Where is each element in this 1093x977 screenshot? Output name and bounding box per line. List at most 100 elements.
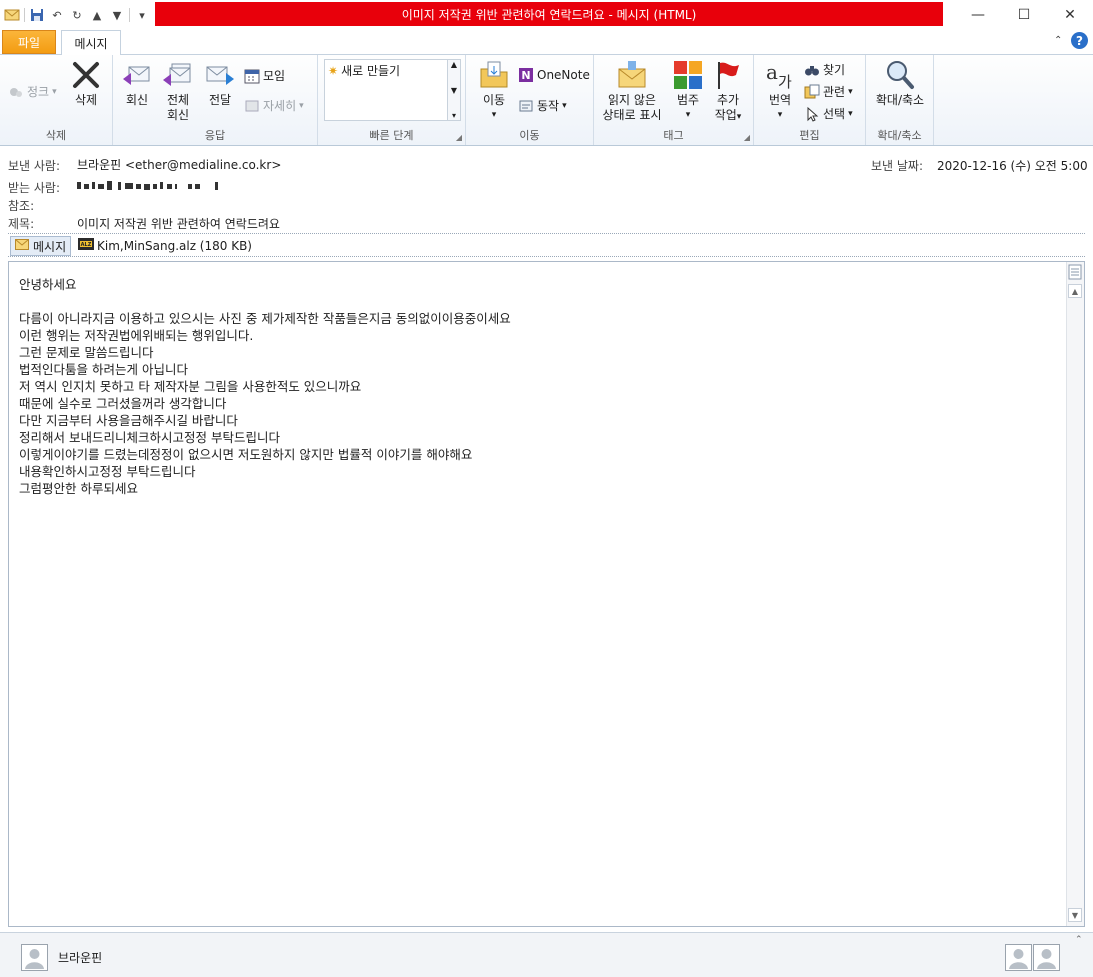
- delete-x-icon: [73, 62, 99, 88]
- chevron-down-icon: ▾: [299, 100, 304, 111]
- contact-name[interactable]: 브라운핀: [58, 949, 102, 966]
- forward-icon: [206, 66, 234, 85]
- group-label-editing: 편집: [799, 129, 820, 142]
- translate-button[interactable]: a가 번역 ▾: [760, 59, 800, 123]
- sparkle-icon: ✷: [328, 63, 339, 78]
- minimize-button[interactable]: —: [955, 0, 1001, 30]
- avatar[interactable]: [21, 944, 48, 971]
- message-tab-button[interactable]: 메시지: [10, 236, 72, 256]
- onenote-button[interactable]: N OneNote: [518, 67, 590, 83]
- subject-label: 제목:: [8, 217, 35, 231]
- group-label-tags: 태그: [663, 129, 684, 142]
- to-value-redacted[interactable]: [77, 180, 219, 191]
- avatar[interactable]: [1005, 944, 1032, 971]
- maximize-button[interactable]: ☐: [1001, 0, 1047, 30]
- undo-icon[interactable]: ↶: [49, 7, 65, 23]
- cc-label: 참조:: [8, 199, 35, 213]
- translate-icon: a가: [766, 60, 792, 91]
- chevron-down-icon: ▾: [685, 110, 691, 120]
- more-icon: [244, 98, 260, 114]
- body-line: 이렇게이야기를 드렸는데정정이 없으시면 저도원하지 않지만 법률적 이야기를 …: [19, 447, 473, 462]
- message-body[interactable]: 안녕하세요 다름이 아니라지금 이용하고 있으시는 사진 중 제가제작한 작품들…: [8, 261, 1085, 927]
- forward-button[interactable]: 전달: [202, 59, 238, 108]
- quick-steps-gallery[interactable]: ✷ 새로 만들기: [324, 59, 449, 121]
- archive-file-icon: ALZ: [78, 237, 94, 254]
- zoom-button[interactable]: 확대/축소: [870, 59, 930, 108]
- junk-button[interactable]: 정크 ▾: [8, 83, 57, 100]
- body-line: 다만 지금부터 사용을금해주시길 바랍니다: [19, 413, 238, 428]
- body-line: 저 역시 인지치 못하고 타 제작자분 그림을 사용한적도 있으니까요: [19, 379, 362, 394]
- body-line: 다름이 아니라지금 이용하고 있으시는 사진 중 제가제작한 작품들은지금 동의…: [19, 311, 511, 326]
- quick-step-create-new[interactable]: ✷ 새로 만들기: [328, 62, 400, 79]
- chevron-down-icon: ▾: [491, 110, 497, 120]
- save-icon[interactable]: [29, 7, 45, 23]
- select-button[interactable]: 선택 ▾: [804, 105, 853, 122]
- tab-file[interactable]: 파일: [2, 30, 56, 54]
- vertical-scrollbar[interactable]: ▲ ▼: [1066, 262, 1084, 926]
- delete-button[interactable]: 삭제: [66, 59, 106, 108]
- svg-text:ALZ: ALZ: [81, 242, 92, 248]
- body-line: 이런 행위는 저작권법에위배되는 행위입니다.: [19, 328, 254, 343]
- find-button[interactable]: 찾기: [804, 61, 845, 78]
- window-title: 이미지 저작권 위반 관련하여 연락드려요 - 메시지 (HTML): [155, 2, 943, 26]
- redo-icon[interactable]: ↻: [69, 7, 85, 23]
- from-value[interactable]: 브라운핀 <ether@medialine.co.kr>: [77, 156, 281, 173]
- ribbon: 정크 ▾ 삭제 삭제 회신 전체 회신 전달 모임 자세히 ▾ 응답 ✷ 새로 …: [0, 55, 1093, 146]
- avatar[interactable]: [1033, 944, 1060, 971]
- message-body-text: 안녕하세요 다름이 아니라지금 이용하고 있으시는 사진 중 제가제작한 작품들…: [19, 276, 1059, 497]
- followup-button[interactable]: 추가 작업▾: [708, 59, 748, 125]
- ribbon-tabs: 파일 메시지 ⌃ ?: [0, 30, 1093, 55]
- chevron-down-icon: ▾: [736, 112, 742, 122]
- help-icon[interactable]: ?: [1071, 32, 1088, 49]
- customize-toolbar-icon[interactable]: ▾: [134, 7, 150, 23]
- move-folder-icon: [480, 61, 508, 88]
- unread-envelope-icon: [618, 61, 646, 88]
- cursor-icon: [804, 106, 820, 122]
- move-button[interactable]: 이동 ▾: [474, 59, 514, 123]
- group-move: 이동 ▾ N OneNote 동작 ▾ 이동: [466, 55, 594, 145]
- expand-gallery-icon[interactable]: ▾: [452, 111, 456, 120]
- svg-text:a: a: [766, 60, 778, 84]
- scroll-up-arrow[interactable]: ▲: [1068, 284, 1082, 298]
- mark-unread-button[interactable]: 읽지 않은 상태로 표시: [598, 59, 666, 123]
- dialog-launcher-icon[interactable]: ◢: [744, 133, 750, 142]
- split-view-icon[interactable]: [1068, 264, 1082, 280]
- svg-text:가: 가: [778, 73, 792, 91]
- title-bar: ↶ ↻ ▲ ▼ ▾ 이미지 저작권 위반 관련하여 연락드려요 - 메시지 (H…: [0, 0, 1093, 30]
- previous-item-icon[interactable]: ▲: [89, 7, 105, 23]
- attachment-file[interactable]: ALZ Kim,MinSang.alz (180 KB): [78, 237, 252, 254]
- actions-button[interactable]: 동작 ▾: [518, 97, 567, 114]
- magnifier-icon: [887, 61, 914, 89]
- junk-icon: [8, 84, 24, 100]
- categorize-button[interactable]: 범주 ▾: [670, 59, 706, 123]
- body-line: 정리해서 보내드리니체크하시고정정 부탁드립니다: [19, 430, 280, 445]
- group-label-delete: 삭제: [45, 129, 67, 142]
- dialog-launcher-icon[interactable]: ◢: [456, 133, 462, 142]
- actions-icon: [518, 98, 534, 114]
- reply-icon: [123, 66, 150, 85]
- next-item-icon[interactable]: ▼: [109, 7, 125, 23]
- group-label-quick-steps: 빠른 단계: [369, 129, 414, 142]
- calendar-icon: [244, 68, 260, 84]
- reply-button[interactable]: 회신: [119, 59, 155, 108]
- from-label: 보낸 사람:: [8, 159, 61, 173]
- group-editing: a가 번역 ▾ 찾기 관련 ▾ 선택 ▾ 편집: [754, 55, 866, 145]
- chevron-down-icon[interactable]: ▼: [451, 86, 457, 95]
- chevron-up-icon[interactable]: ▲: [451, 60, 457, 69]
- quick-steps-scroll[interactable]: ▲ ▼ ▾: [447, 59, 461, 121]
- collapse-ribbon-icon[interactable]: ⌃: [1054, 35, 1062, 46]
- chevron-up-icon[interactable]: ⌃: [1075, 935, 1083, 945]
- tab-message[interactable]: 메시지: [61, 30, 121, 55]
- sent-date-value: 2020-12-16 (수) 오전 5:00: [937, 159, 1088, 173]
- close-button[interactable]: ✕: [1047, 0, 1093, 30]
- group-label-move: 이동: [519, 129, 540, 142]
- body-line: 내용확인하시고정정 부탁드립니다: [19, 464, 196, 479]
- scroll-down-arrow[interactable]: ▼: [1068, 908, 1082, 922]
- group-respond: 회신 전체 회신 전달 모임 자세히 ▾ 응답: [113, 55, 318, 145]
- group-delete: 정크 ▾ 삭제 삭제: [0, 55, 113, 145]
- more-respond-button[interactable]: 자세히 ▾: [244, 97, 304, 114]
- reply-all-button[interactable]: 전체 회신: [160, 59, 196, 123]
- group-tags: 읽지 않은 상태로 표시 범주 ▾ 추가 작업▾ 태그 ◢: [594, 55, 754, 145]
- meeting-button[interactable]: 모임: [244, 67, 285, 84]
- related-button[interactable]: 관련 ▾: [804, 83, 853, 100]
